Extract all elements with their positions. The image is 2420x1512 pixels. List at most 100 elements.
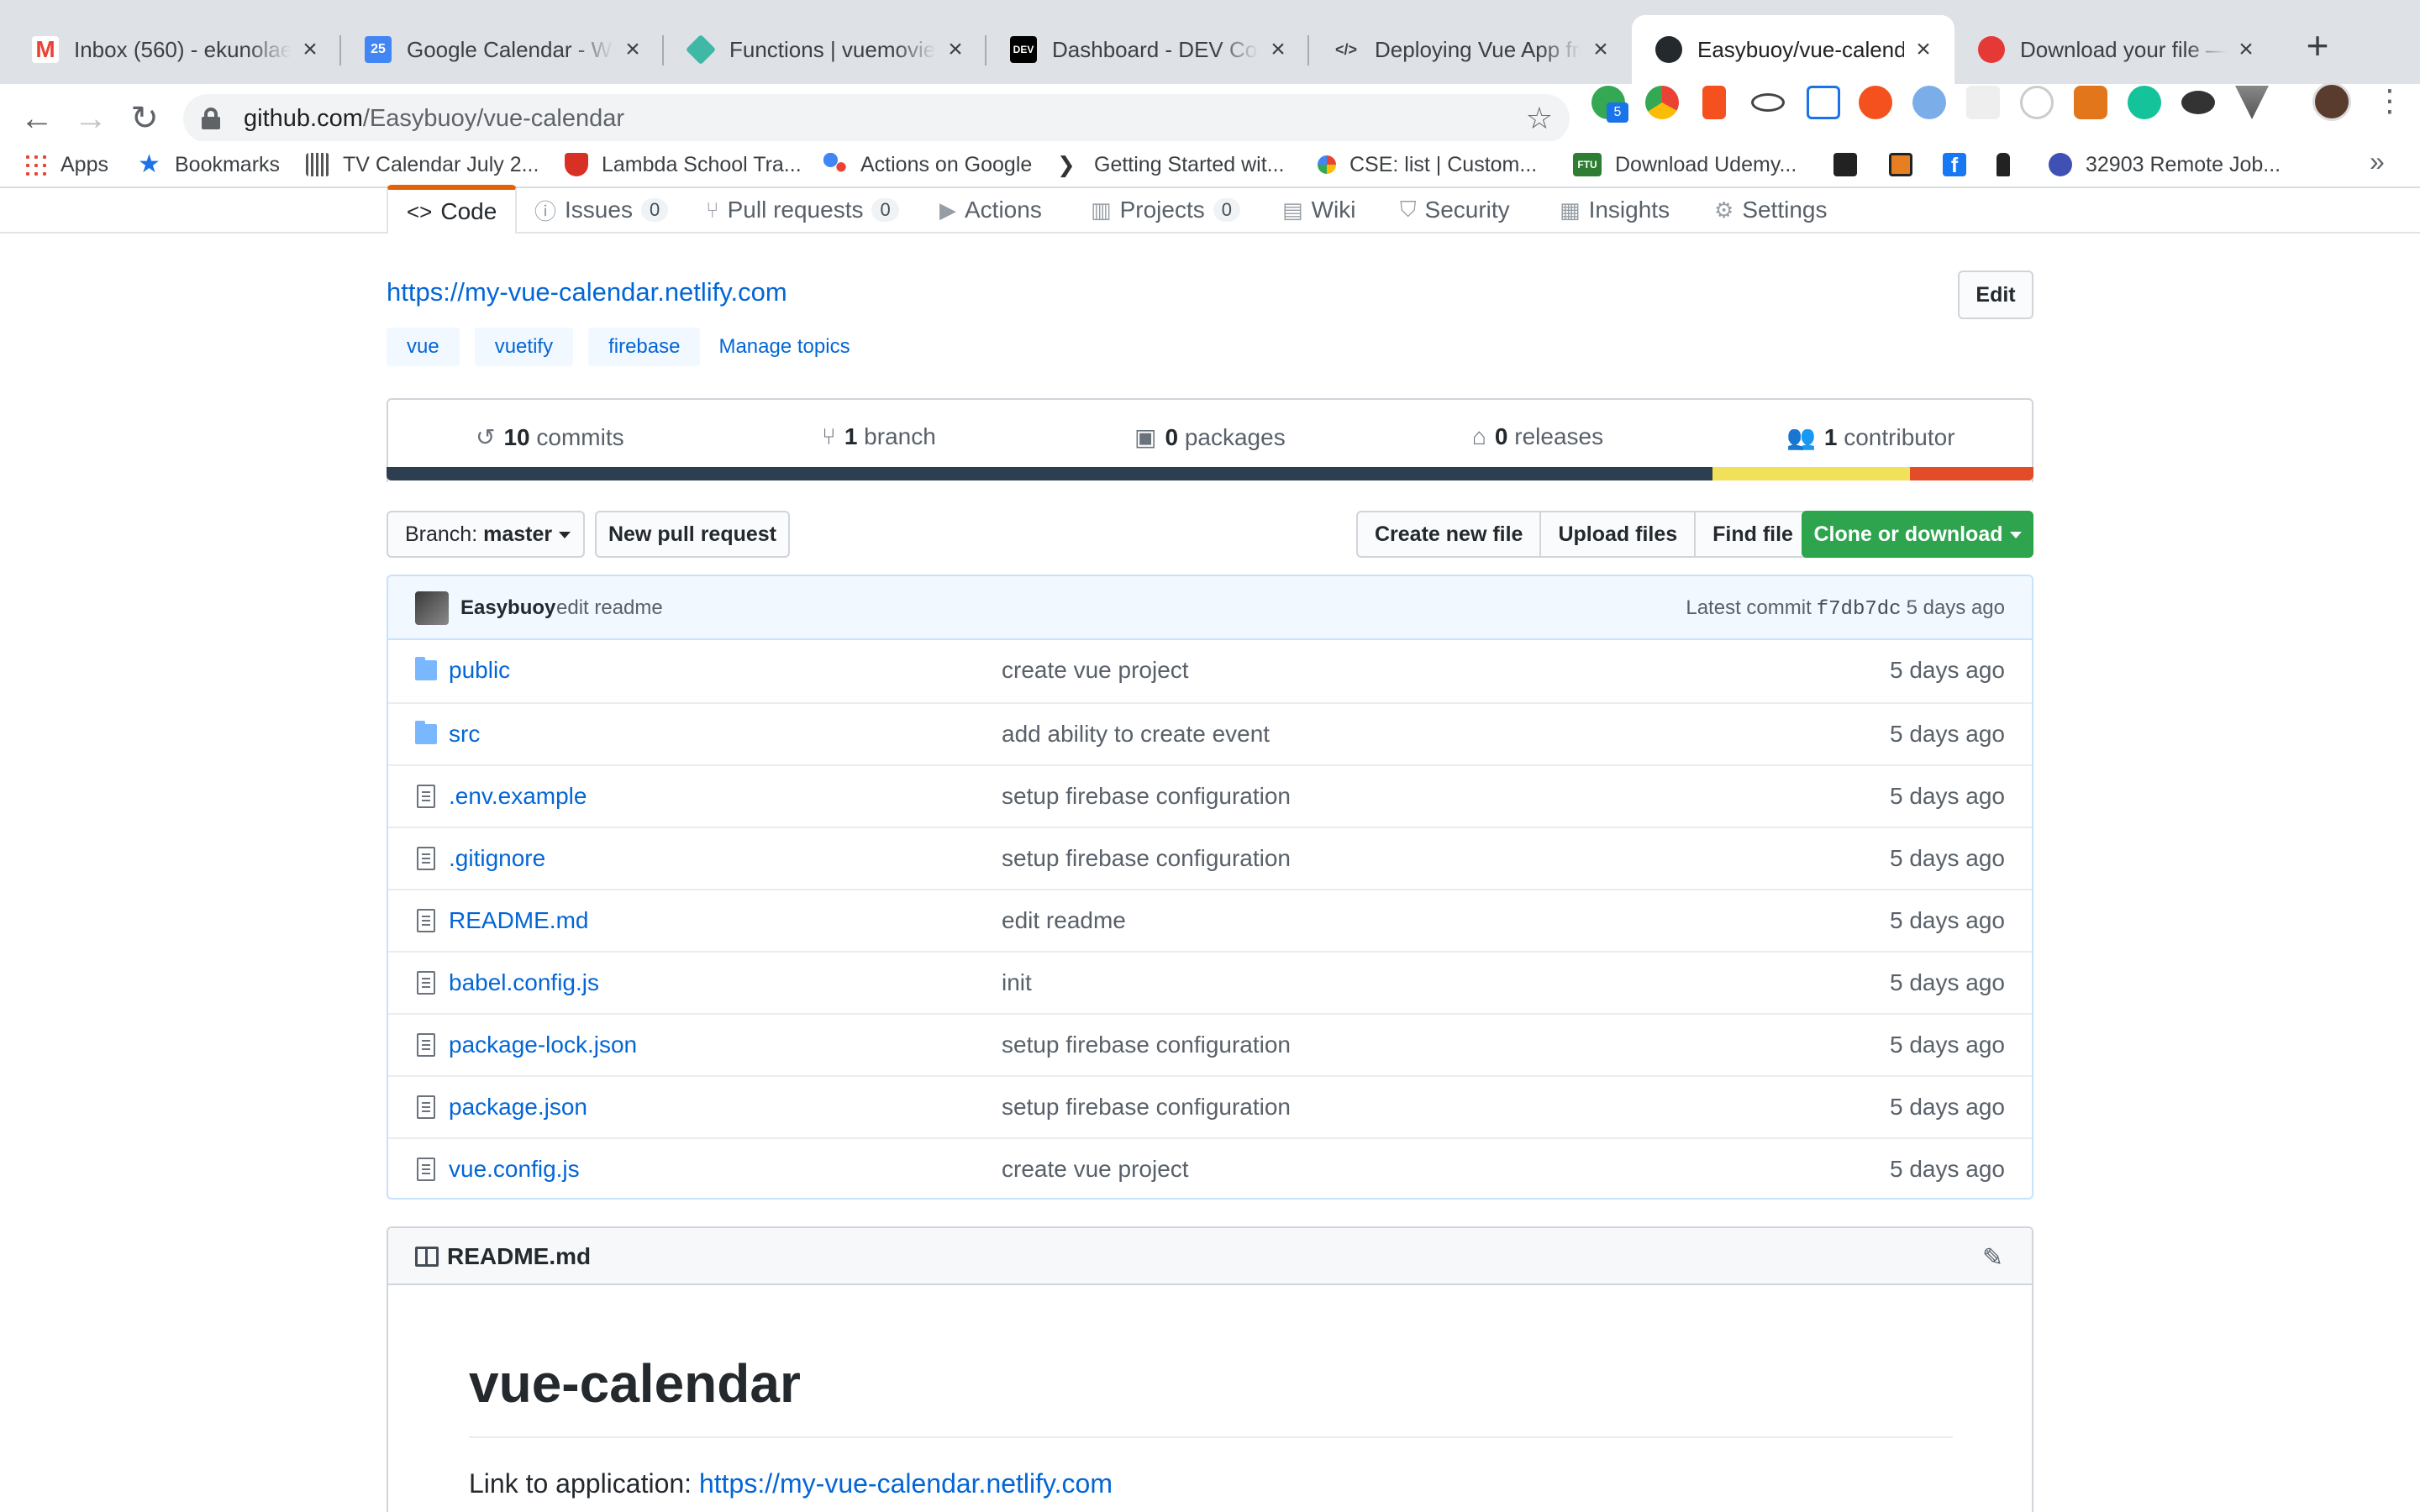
table-row[interactable]: babel.config.js init 5 days ago	[388, 951, 2032, 1013]
file-commit-message[interactable]: setup firebase configuration	[1002, 783, 1291, 810]
close-tab-icon[interactable]: ×	[620, 35, 645, 64]
bookmark-star-icon[interactable]: ☆	[1526, 101, 1553, 136]
bookmark-bookmarks[interactable]: ★ Bookmarks	[138, 141, 280, 188]
find-file-button[interactable]: Find file	[1694, 511, 1812, 558]
language-segment[interactable]	[1712, 467, 1910, 480]
bookmark-icon-only[interactable]	[1996, 141, 2023, 188]
close-tab-icon[interactable]: ×	[1588, 35, 1613, 64]
new-tab-button[interactable]: +	[2294, 24, 2341, 71]
table-row[interactable]: public create vue project 5 days ago	[388, 640, 2032, 702]
packages-link[interactable]: ▣ 0 packages	[1134, 423, 1286, 451]
file-name-link[interactable]: README.md	[449, 907, 588, 934]
close-tab-icon[interactable]: ×	[943, 35, 968, 64]
file-commit-message[interactable]: setup firebase configuration	[1002, 1032, 1291, 1058]
bookmark-actions-on-google[interactable]: Actions on Google	[823, 141, 1032, 188]
file-commit-message[interactable]: add ability to create event	[1002, 721, 1270, 748]
bookmark-tv-calendar[interactable]: TV Calendar July 2...	[306, 141, 539, 188]
bookmark-getting-started[interactable]: ❯ Getting Started wit...	[1057, 141, 1285, 188]
repo-homepage-link[interactable]: https://my-vue-calendar.netlify.com	[387, 277, 787, 307]
tab-code[interactable]: <> Code	[387, 185, 518, 234]
releases-link[interactable]: ⌂ 0 releases	[1472, 423, 1603, 450]
browser-tab[interactable]: DEV Dashboard - DEV Comm ×	[986, 15, 1309, 84]
clone-or-download-button[interactable]: Clone or download	[1802, 511, 2033, 558]
browser-tab[interactable]: </> Deploying Vue App fron ×	[1309, 15, 1632, 84]
close-tab-icon[interactable]: ×	[2233, 35, 2259, 64]
table-row[interactable]: vue.config.js create vue project 5 days ag…	[388, 1137, 2032, 1198]
bookmark-udemy[interactable]: FTU Download Udemy...	[1573, 141, 1797, 188]
file-name-link[interactable]: vue.config.js	[449, 1156, 580, 1183]
file-commit-message[interactable]: create vue project	[1002, 1156, 1189, 1183]
reload-button[interactable]: ↻	[123, 97, 166, 141]
topic-tag[interactable]: vue	[387, 328, 460, 366]
edit-about-button[interactable]: Edit	[1958, 270, 2033, 319]
file-name-link[interactable]: .gitignore	[449, 845, 545, 872]
topic-tag[interactable]: firebase	[588, 328, 701, 366]
bookmark-lambda[interactable]: Lambda School Tra...	[565, 141, 802, 188]
file-name-link[interactable]: package.json	[449, 1094, 587, 1121]
browser-tab[interactable]: Download your file — C ×	[1954, 15, 2277, 84]
file-name-link[interactable]: public	[449, 657, 510, 684]
extension-grid-icon[interactable]	[1966, 86, 2000, 119]
avatar[interactable]	[415, 591, 449, 625]
extension-glasses-icon[interactable]	[2181, 91, 2215, 114]
close-tab-icon[interactable]: ×	[1265, 35, 1291, 64]
bookmark-remote-jobs[interactable]: 32903 Remote Job...	[2049, 141, 2281, 188]
extension-react-icon[interactable]	[1751, 93, 1785, 112]
tab-wiki[interactable]: ▤ Wiki	[1282, 186, 1355, 234]
back-button[interactable]: ←	[15, 97, 59, 141]
file-name-link[interactable]: .env.example	[449, 783, 587, 810]
close-tab-icon[interactable]: ×	[1911, 35, 1936, 64]
file-commit-message[interactable]: init	[1002, 969, 1032, 996]
extension-circle-icon[interactable]	[2020, 86, 2054, 119]
language-segment[interactable]	[1909, 467, 2033, 480]
tab-insights[interactable]: ▦ Insights	[1560, 186, 1670, 234]
table-row[interactable]: package-lock.json setup firebase configur…	[388, 1013, 2032, 1075]
profile-avatar[interactable]	[2312, 82, 2351, 121]
browser-tab-active[interactable]: Easybuoy/vue-calendar ×	[1632, 15, 1954, 84]
create-new-file-button[interactable]: Create new file	[1356, 511, 1542, 558]
pencil-icon[interactable]: ✎	[1982, 1243, 2003, 1273]
tab-actions[interactable]: ▶ Actions	[939, 186, 1042, 234]
readme-app-link[interactable]: https://my-vue-calendar.netlify.com	[699, 1468, 1113, 1499]
language-segment[interactable]	[387, 467, 1712, 480]
extension-grammarly-icon[interactable]	[2128, 86, 2161, 119]
tab-pull-requests[interactable]: ⑂ Pull requests 0	[706, 186, 899, 234]
tab-security[interactable]: ⛉ Security	[1400, 186, 1510, 234]
extension-safari-icon[interactable]	[1912, 86, 1946, 119]
address-bar[interactable]: github.com/Easybuoy/vue-calendar ☆	[183, 94, 1570, 143]
topic-tag[interactable]: vuetify	[474, 328, 574, 366]
table-row[interactable]: .gitignore setup firebase configuration 5 …	[388, 827, 2032, 889]
close-tab-icon[interactable]: ×	[297, 35, 323, 64]
forward-button[interactable]: →	[69, 97, 113, 141]
branches-link[interactable]: ⑂ 1 branch	[822, 423, 936, 450]
extension-screenshot-icon[interactable]	[1807, 86, 1840, 119]
commit-message[interactable]: edit readme	[556, 596, 663, 620]
table-row[interactable]: .env.example setup firebase configuration…	[388, 764, 2032, 827]
bookmarks-overflow-icon[interactable]: »	[2370, 146, 2385, 177]
bookmark-icon-only[interactable]: f	[1943, 141, 1980, 188]
bookmark-cse[interactable]: CSE: list | Custom...	[1318, 141, 1537, 188]
upload-files-button[interactable]: Upload files	[1539, 511, 1697, 558]
manage-topics-link[interactable]: Manage topics	[718, 335, 850, 359]
bookmark-icon-only[interactable]	[1833, 141, 1870, 188]
commit-author[interactable]: Easybuoy	[460, 596, 555, 620]
new-pull-request-button[interactable]: New pull request	[595, 511, 790, 558]
commit-sha[interactable]: f7db7dc	[1817, 598, 1902, 621]
extension-chrome-icon[interactable]	[1645, 86, 1679, 119]
extension-metamask-icon[interactable]	[2074, 86, 2107, 119]
file-commit-message[interactable]: setup firebase configuration	[1002, 1094, 1291, 1121]
browser-tab[interactable]: 25 Google Calendar - Week ×	[341, 15, 664, 84]
table-row[interactable]: README.md edit readme 5 days ago	[388, 889, 2032, 951]
tab-settings[interactable]: ⚙ Settings	[1714, 186, 1827, 234]
extension-lifebuoy-icon[interactable]	[1859, 86, 1892, 119]
tab-projects[interactable]: ▥ Projects 0	[1091, 186, 1240, 234]
contributors-link[interactable]: 👥 1 contributor	[1786, 423, 1955, 451]
file-commit-message[interactable]: create vue project	[1002, 657, 1189, 684]
extension-lighthouse-icon[interactable]	[1702, 86, 1726, 119]
browser-tab[interactable]: M Inbox (560) - ekunolaea ×	[8, 15, 341, 84]
browser-menu-icon[interactable]: ⋮	[2375, 84, 2405, 121]
bookmark-apps[interactable]: Apps	[24, 141, 108, 188]
language-bar[interactable]	[387, 467, 2033, 480]
file-name-link[interactable]: package-lock.json	[449, 1032, 637, 1058]
file-commit-message[interactable]: edit readme	[1002, 907, 1126, 934]
